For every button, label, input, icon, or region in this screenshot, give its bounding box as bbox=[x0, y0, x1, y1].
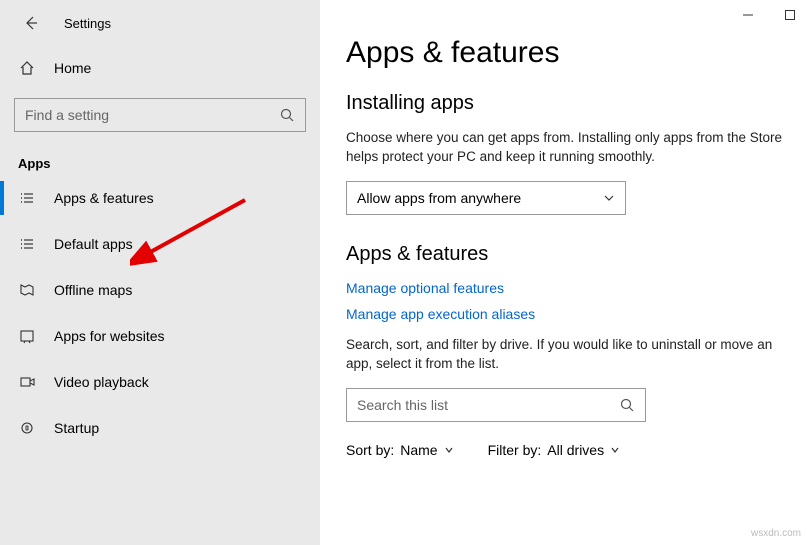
minimize-button[interactable] bbox=[741, 8, 755, 22]
sidebar-item-apps-for-websites[interactable]: Apps for websites bbox=[0, 313, 320, 359]
apps-features-heading: Apps & features bbox=[346, 243, 797, 266]
home-nav[interactable]: Home bbox=[0, 46, 320, 90]
manage-execution-aliases-link[interactable]: Manage app execution aliases bbox=[346, 306, 797, 322]
sidebar-item-label: Startup bbox=[54, 420, 99, 436]
installing-apps-heading: Installing apps bbox=[346, 92, 797, 115]
apps-list-desc: Search, sort, and filter by drive. If yo… bbox=[346, 336, 786, 374]
home-icon bbox=[18, 59, 36, 77]
install-source-dropdown[interactable]: Allow apps from anywhere bbox=[346, 181, 626, 215]
search-icon bbox=[279, 107, 295, 123]
window-title: Settings bbox=[64, 16, 111, 31]
map-icon bbox=[18, 281, 36, 299]
filter-label: Filter by: bbox=[488, 442, 542, 458]
sidebar-item-label: Video playback bbox=[54, 374, 149, 390]
sidebar-item-label: Apps & features bbox=[54, 190, 154, 206]
list-icon bbox=[18, 189, 36, 207]
maximize-button[interactable] bbox=[783, 8, 797, 22]
back-button[interactable] bbox=[20, 12, 42, 34]
filter-by-control[interactable]: Filter by: All drives bbox=[488, 442, 620, 458]
arrow-left-icon bbox=[22, 14, 40, 32]
defaults-icon bbox=[18, 235, 36, 253]
chevron-down-icon bbox=[610, 445, 620, 455]
manage-optional-features-link[interactable]: Manage optional features bbox=[346, 280, 797, 296]
sidebar-item-video-playback[interactable]: Video playback bbox=[0, 359, 320, 405]
watermark: wsxdn.com bbox=[751, 528, 801, 539]
installing-apps-desc: Choose where you can get apps from. Inst… bbox=[346, 129, 786, 167]
dropdown-value: Allow apps from anywhere bbox=[357, 190, 521, 206]
home-label: Home bbox=[54, 60, 91, 76]
sidebar-item-label: Apps for websites bbox=[54, 328, 165, 344]
find-setting-input[interactable] bbox=[25, 107, 279, 123]
startup-icon bbox=[18, 419, 36, 437]
page-title: Apps & features bbox=[346, 36, 797, 70]
chevron-down-icon bbox=[444, 445, 454, 455]
sort-by-control[interactable]: Sort by: Name bbox=[346, 442, 454, 458]
sidebar-item-label: Default apps bbox=[54, 236, 133, 252]
sort-value: Name bbox=[400, 442, 437, 458]
link-icon bbox=[18, 327, 36, 345]
sidebar-item-apps-features[interactable]: Apps & features bbox=[0, 175, 320, 221]
video-icon bbox=[18, 373, 36, 391]
search-apps-input[interactable] bbox=[357, 397, 619, 413]
sidebar-item-default-apps[interactable]: Default apps bbox=[0, 221, 320, 267]
search-apps-box[interactable] bbox=[346, 388, 646, 422]
sort-label: Sort by: bbox=[346, 442, 394, 458]
chevron-down-icon bbox=[603, 192, 615, 204]
sidebar-item-startup[interactable]: Startup bbox=[0, 405, 320, 451]
section-label: Apps bbox=[18, 156, 320, 171]
sidebar-item-offline-maps[interactable]: Offline maps bbox=[0, 267, 320, 313]
find-setting-search[interactable] bbox=[14, 98, 306, 132]
sidebar-item-label: Offline maps bbox=[54, 282, 132, 298]
search-icon bbox=[619, 397, 635, 413]
filter-value: All drives bbox=[547, 442, 604, 458]
